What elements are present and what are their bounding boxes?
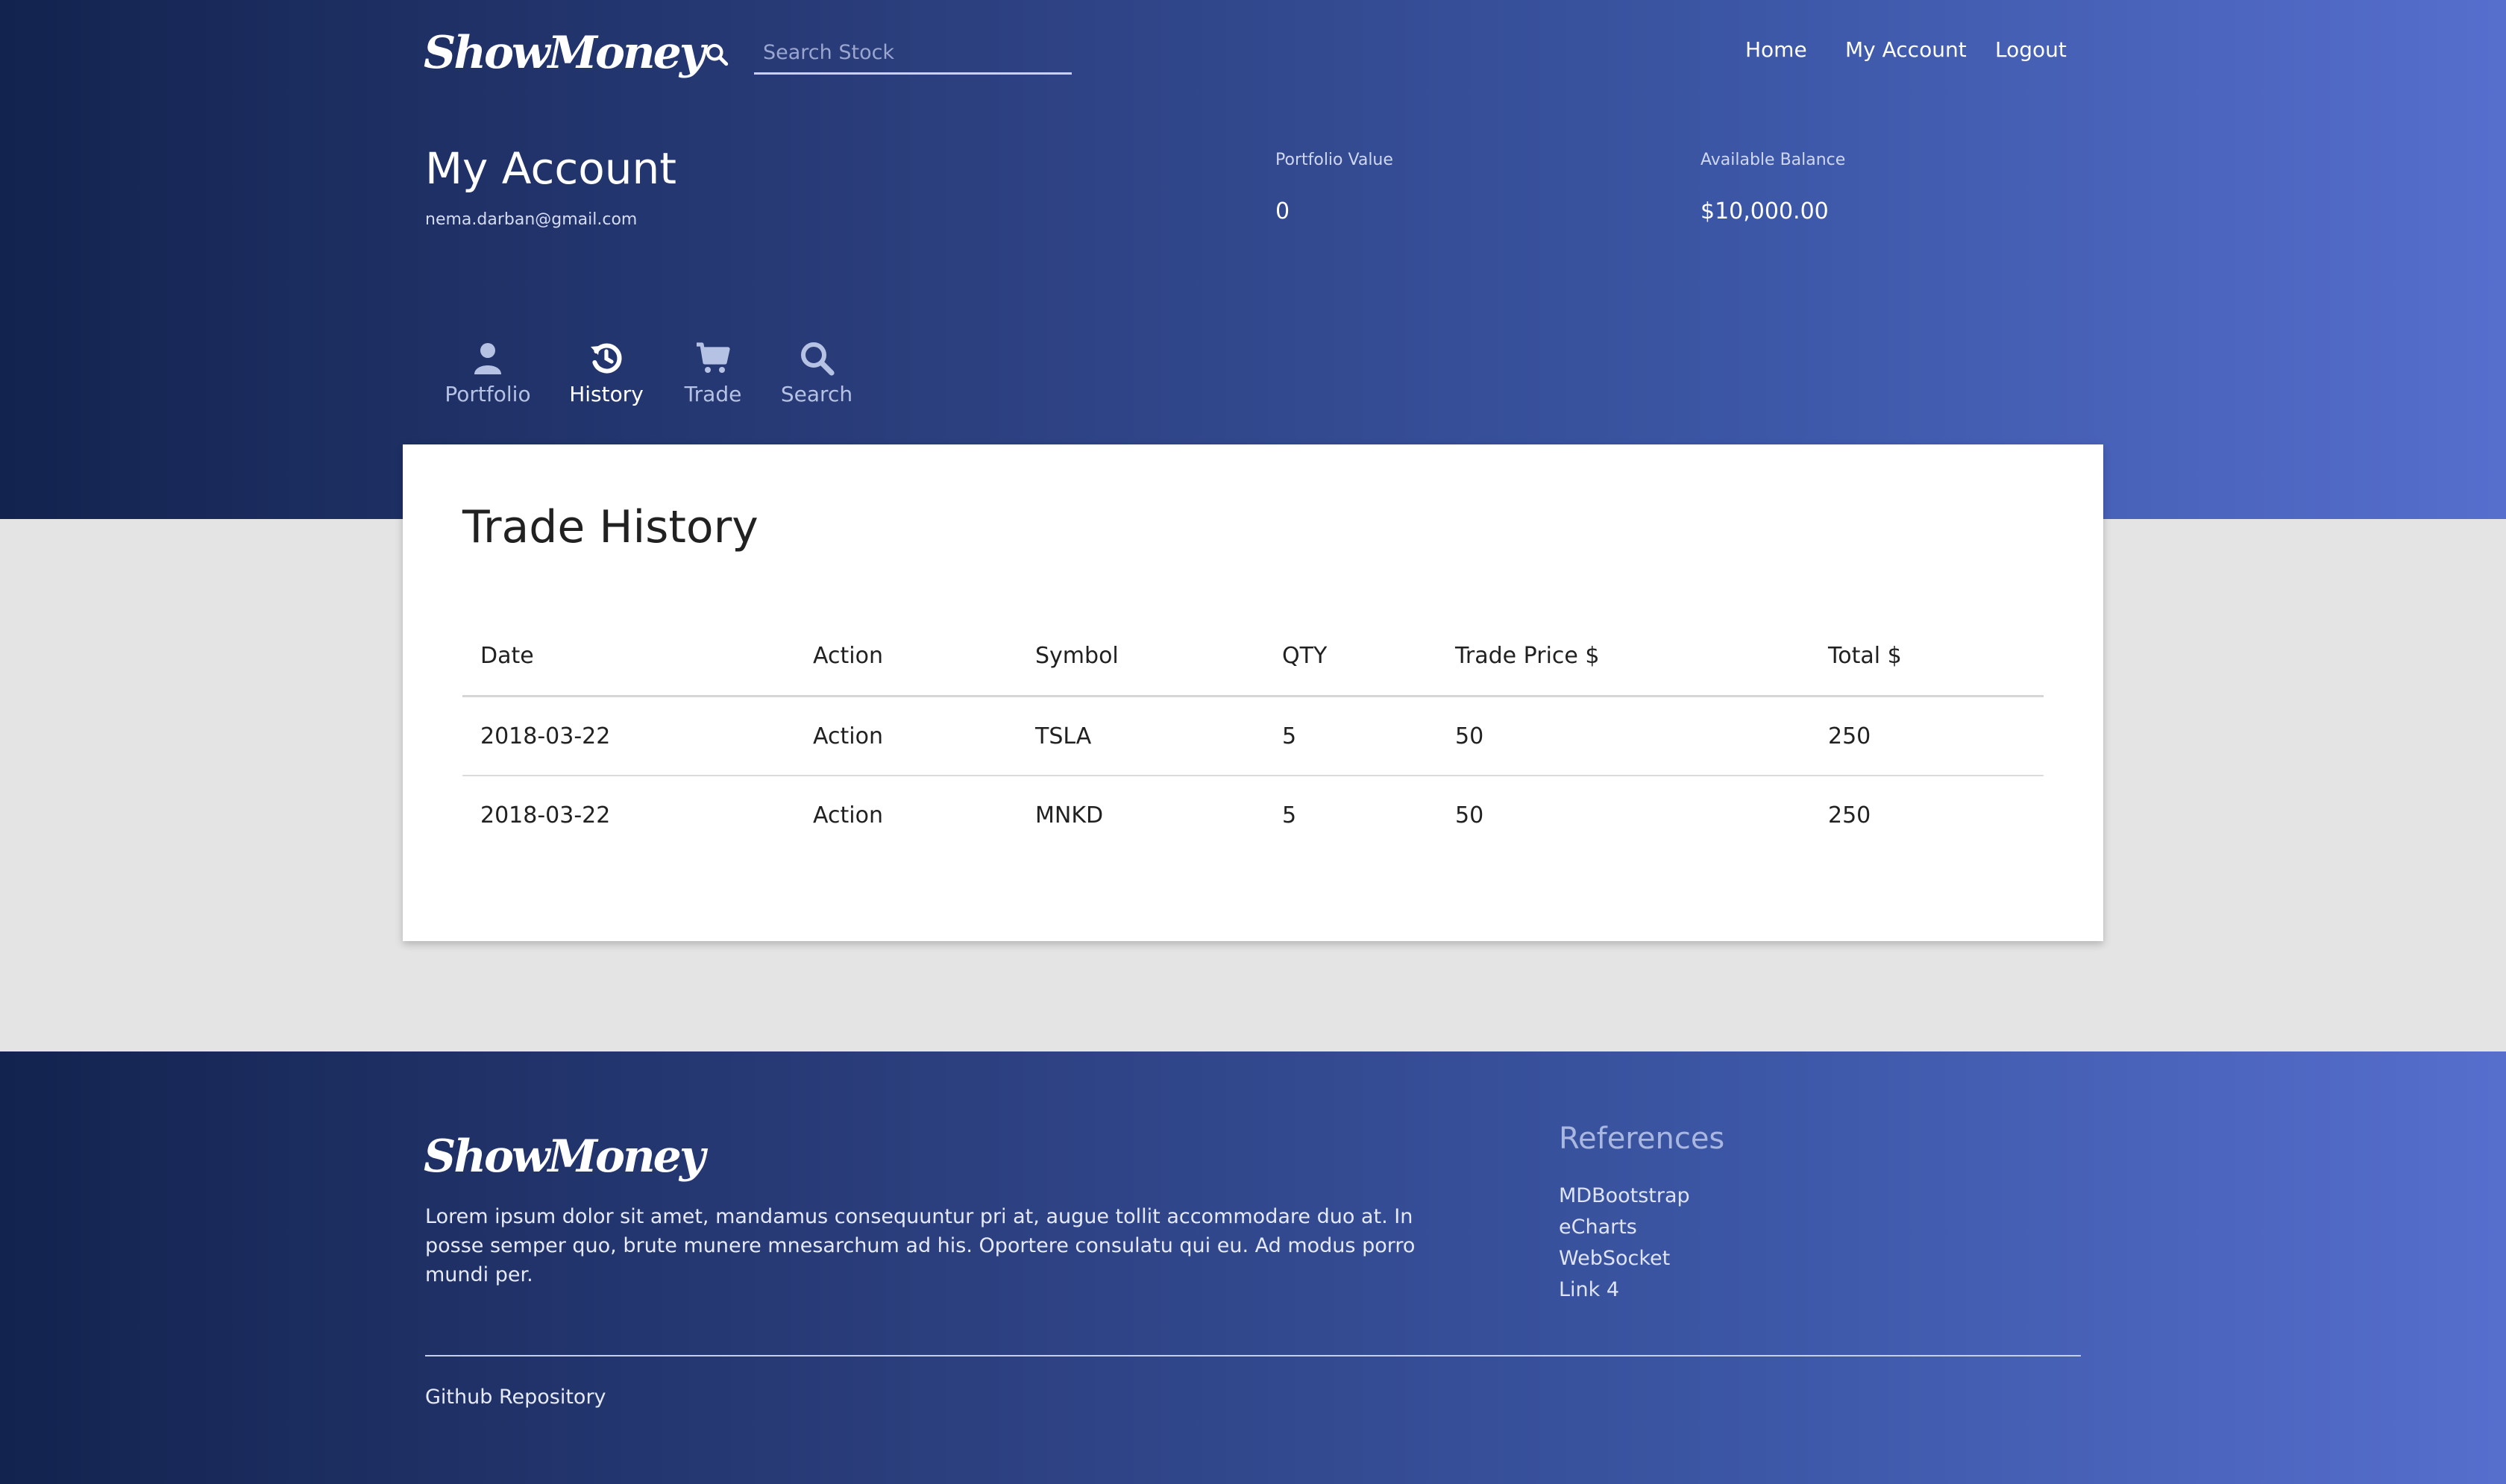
cell-trade-price: 50 bbox=[1455, 802, 1484, 829]
reference-link-echarts[interactable]: eCharts bbox=[1559, 1216, 1637, 1239]
column-header-trade-price: Trade Price $ bbox=[1437, 616, 1810, 697]
account-email: nema.darban@gmail.com bbox=[425, 210, 638, 229]
cell-qty: 5 bbox=[1264, 696, 1437, 776]
nav-home-link[interactable]: Home bbox=[1745, 37, 1807, 62]
cell-total: 250 bbox=[1828, 802, 1871, 829]
cell-date: 2018-03-22 bbox=[480, 802, 611, 829]
trade-history-card: Trade History Date Action Symbol QTY Tra… bbox=[403, 444, 2103, 941]
trade-history-table: Date Action Symbol QTY Trade Price $ Tot… bbox=[462, 616, 2044, 854]
reference-link-4[interactable]: Link 4 bbox=[1559, 1278, 1619, 1301]
references-list: MDBootstrap eCharts WebSocket Link 4 bbox=[1559, 1184, 1690, 1309]
search-icon bbox=[801, 342, 835, 376]
column-header-total: Total $ bbox=[1810, 616, 2044, 697]
tab-search[interactable]: Search bbox=[761, 340, 873, 415]
tab-portfolio-label: Portfolio bbox=[445, 382, 531, 406]
cell-symbol: TSLA bbox=[1017, 696, 1264, 776]
footer-brand-logo[interactable]: ShowMoney bbox=[424, 1131, 706, 1183]
nav-logout-link[interactable]: Logout bbox=[1995, 37, 2067, 62]
available-balance-label: Available Balance bbox=[1700, 151, 1846, 169]
portfolio-value: 0 bbox=[1275, 198, 1290, 224]
reference-link-mdbootstrap[interactable]: MDBootstrap bbox=[1559, 1184, 1690, 1207]
tab-history[interactable]: History bbox=[550, 340, 662, 415]
table-row: 2018-03-22 Action MNKD 5 50 250 bbox=[462, 776, 2044, 854]
footer-divider bbox=[425, 1355, 2081, 1356]
cart-icon bbox=[697, 342, 730, 373]
cell-symbol: MNKD bbox=[1035, 802, 1104, 829]
search-icon[interactable] bbox=[704, 42, 729, 67]
available-balance: $10,000.00 bbox=[1700, 198, 1829, 224]
github-repository-link[interactable]: Github Repository bbox=[425, 1386, 606, 1409]
tab-history-label: History bbox=[569, 382, 644, 406]
table-row: 2018-03-22 Action TSLA 5 50 250 bbox=[462, 696, 2044, 776]
footer-description: Lorem ipsum dolor sit amet, mandamus con… bbox=[425, 1205, 1416, 1286]
tab-trade[interactable]: Trade bbox=[657, 340, 769, 415]
list-item: Link 4 bbox=[1559, 1278, 1690, 1309]
cell-total: 250 bbox=[1810, 696, 2044, 776]
header-hero: ShowMoney Home My Account Logout My Acco… bbox=[0, 0, 2506, 519]
page-title: My Account bbox=[425, 143, 676, 194]
column-header-symbol: Symbol bbox=[1017, 616, 1264, 697]
portfolio-value-label: Portfolio Value bbox=[1275, 151, 1393, 169]
trade-history-title: Trade History bbox=[462, 501, 759, 553]
reference-link-websocket[interactable]: WebSocket bbox=[1559, 1247, 1670, 1270]
cell-qty: 5 bbox=[1282, 802, 1297, 829]
column-header-date: Date bbox=[462, 616, 795, 697]
cell-trade-price: 50 bbox=[1437, 696, 1810, 776]
list-item: eCharts bbox=[1559, 1216, 1690, 1247]
tab-trade-label: Trade bbox=[684, 382, 742, 406]
cell-date: 2018-03-22 bbox=[462, 696, 795, 776]
table-header-row: Date Action Symbol QTY Trade Price $ Tot… bbox=[462, 616, 2044, 697]
references-heading: References bbox=[1559, 1122, 1725, 1156]
list-item: MDBootstrap bbox=[1559, 1184, 1690, 1216]
tab-search-label: Search bbox=[780, 382, 853, 406]
history-icon bbox=[591, 343, 622, 374]
column-header-action: Action bbox=[795, 616, 1017, 697]
tab-portfolio[interactable]: Portfolio bbox=[432, 340, 544, 415]
user-icon bbox=[474, 343, 501, 374]
nav-my-account-link[interactable]: My Account bbox=[1845, 37, 1967, 62]
list-item: WebSocket bbox=[1559, 1247, 1690, 1278]
cell-action: Action bbox=[795, 696, 1017, 776]
brand-logo[interactable]: ShowMoney bbox=[424, 27, 706, 79]
column-header-qty: QTY bbox=[1264, 616, 1437, 697]
search-stock-input[interactable] bbox=[754, 33, 1072, 75]
cell-action: Action bbox=[813, 802, 883, 829]
